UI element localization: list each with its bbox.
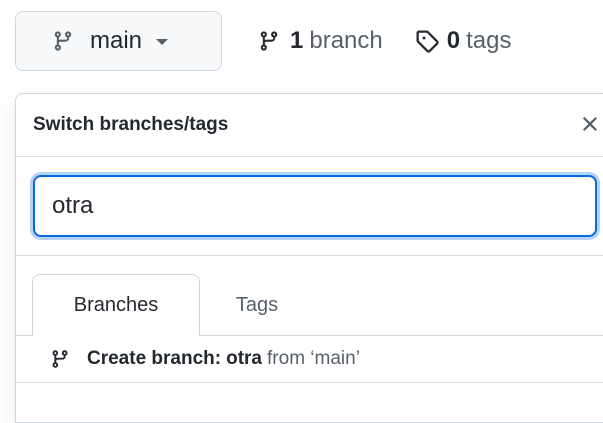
git-branch-icon: [54, 31, 72, 51]
branches-link[interactable]: 1 branch: [258, 27, 383, 55]
git-branch-icon: [260, 31, 278, 51]
source-branch-text: from ‘main’: [267, 348, 360, 369]
repo-toolbar: main 1 branch 0 tags: [15, 10, 511, 72]
branch-tag-tabs: Branches Tags: [16, 256, 603, 336]
new-branch-name: otra: [226, 348, 263, 369]
tags-label: tags: [466, 27, 512, 54]
create-branch-label: Create branch:: [87, 348, 222, 369]
current-branch-label: main: [90, 27, 143, 54]
tags-link[interactable]: 0 tags: [415, 27, 512, 55]
tab-tags[interactable]: Tags: [212, 274, 302, 336]
filter-section: [16, 157, 603, 256]
close-icon[interactable]: [578, 112, 602, 136]
branch-filter-input[interactable]: [33, 175, 597, 237]
dropdown-header: Switch branches/tags: [16, 94, 603, 157]
branches-label: branch: [309, 27, 383, 54]
tag-icon: [416, 30, 439, 53]
tab-branches[interactable]: Branches: [32, 274, 200, 336]
git-branch-icon: [52, 350, 68, 368]
chevron-down-icon: [156, 39, 169, 45]
branches-count: 1: [290, 27, 304, 54]
branch-select-button[interactable]: main: [15, 11, 222, 71]
tags-count: 0: [446, 27, 461, 54]
branch-switcher-dropdown: Switch branches/tags Branches Tags Creat…: [15, 93, 603, 423]
dropdown-title: Switch branches/tags: [33, 114, 229, 135]
create-branch-item[interactable]: Create branch: otra from ‘main’: [16, 336, 603, 383]
